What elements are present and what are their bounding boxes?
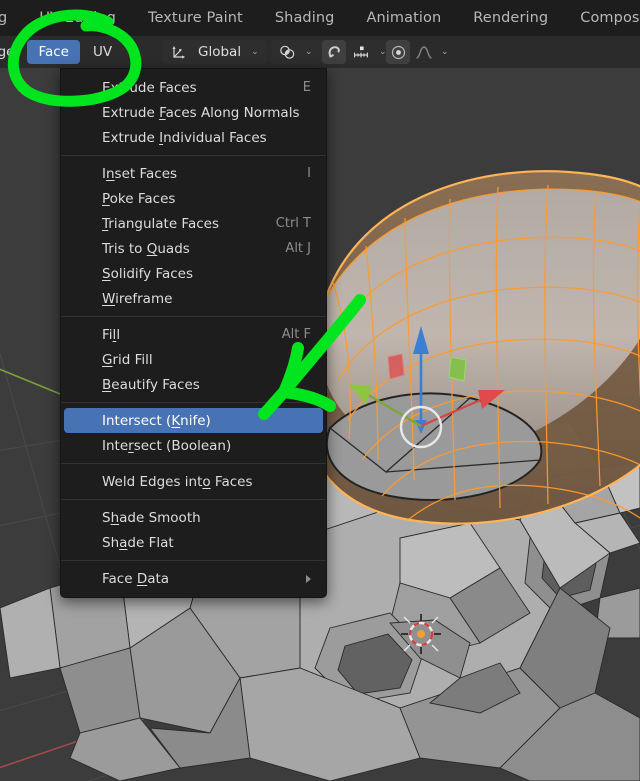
menu-item-tris-to-quads[interactable]: Tris to Quads Alt J (64, 236, 323, 261)
menu-item-beautify-faces[interactable]: Beautify Faces (64, 372, 323, 397)
menu-item-label: Beautify Faces (102, 376, 200, 393)
menu-separator (61, 316, 326, 317)
menu-item-label: Intersect (Knife) (102, 412, 211, 429)
menu-separator (61, 499, 326, 500)
pivot-median-point-icon (275, 40, 299, 64)
orientation-axes-icon (167, 40, 191, 64)
menu-item-shortcut: Alt J (285, 241, 311, 256)
menu-item-label: Intersect (Boolean) (102, 437, 232, 454)
mesh-select-mode-group: dge Face UV (0, 40, 124, 64)
uv-select-mode-button[interactable]: UV (81, 40, 124, 64)
menu-item-label: Shade Smooth (102, 509, 201, 526)
menu-item-label: Grid Fill (102, 351, 153, 368)
chevron-down-icon: ⌄ (251, 46, 259, 57)
menu-item-label: Poke Faces (102, 190, 176, 207)
snap-increment-icon[interactable] (349, 40, 373, 64)
menu-separator (61, 402, 326, 403)
snapping-group: ⌄ (318, 40, 394, 64)
workspace-tabs: g UV Editing Texture Paint Shading Anima… (0, 0, 640, 36)
menu-separator (61, 155, 326, 156)
menu-item-shade-smooth[interactable]: Shade Smooth (64, 505, 323, 530)
magnet-icon[interactable] (322, 40, 346, 64)
viewport-tool-header: dge Face UV Global ⌄ (0, 36, 640, 68)
menu-item-label: Inset Faces (102, 165, 178, 182)
transform-orientation-dropdown[interactable]: Global ⌄ (163, 40, 266, 64)
menu-item-shortcut: Ctrl T (275, 216, 311, 231)
menu-item-extrude-faces-along-normals[interactable]: Extrude Faces Along Normals (64, 100, 323, 125)
menu-item-label: Face Data (102, 570, 170, 587)
menu-item-grid-fill[interactable]: Grid Fill (64, 347, 323, 372)
menu-item-label: Weld Edges into Faces (102, 473, 253, 490)
menu-item-wireframe[interactable]: Wireframe (64, 286, 323, 311)
menu-item-shortcut: E (302, 80, 311, 95)
workspace-tab-uv-editing[interactable]: UV Editing (23, 0, 132, 36)
workspace-tab-texture-paint[interactable]: Texture Paint (132, 0, 259, 36)
workspace-tab-animation[interactable]: Animation (350, 0, 457, 36)
gizmo-plane-x (387, 353, 405, 380)
menu-item-intersect-knife[interactable]: Intersect (Knife) (64, 408, 323, 433)
workspace-tab-rendering[interactable]: Rendering (457, 0, 564, 36)
pivot-point-dropdown[interactable]: ⌄ (271, 40, 320, 64)
workspace-tab-bar: g UV Editing Texture Paint Shading Anima… (0, 0, 640, 36)
submenu-arrow-icon (306, 574, 311, 583)
menu-item-shade-flat[interactable]: Shade Flat (64, 530, 323, 555)
menu-item-triangulate-faces[interactable]: Triangulate Faces Ctrl T (64, 211, 323, 236)
workspace-tab-compositing[interactable]: Compositing (564, 0, 640, 36)
workspace-tab-shading[interactable]: Shading (259, 0, 351, 36)
proportional-editing-group: ⌄ (386, 40, 452, 64)
transform-orientation-value: Global (198, 44, 242, 60)
menu-item-label: Wireframe (102, 290, 173, 307)
workspace-tab-0[interactable]: g (0, 0, 23, 36)
menu-item-solidify-faces[interactable]: Solidify Faces (64, 261, 323, 286)
blender-window: g UV Editing Texture Paint Shading Anima… (0, 0, 640, 781)
menu-item-weld-edges-into-faces[interactable]: Weld Edges into Faces (64, 469, 323, 494)
menu-item-shortcut: Alt F (281, 327, 311, 342)
menu-item-label: Extrude Individual Faces (102, 129, 267, 146)
menu-item-extrude-individual-faces[interactable]: Extrude Individual Faces (64, 125, 323, 150)
menu-separator (61, 560, 326, 561)
menu-item-label: Extrude Faces (102, 79, 197, 96)
proportional-editing-icon[interactable] (386, 40, 410, 64)
menu-item-label: Triangulate Faces (102, 215, 219, 232)
menu-item-poke-faces[interactable]: Poke Faces (64, 186, 323, 211)
menu-item-inset-faces[interactable]: Inset Faces I (64, 161, 323, 186)
menu-item-face-data[interactable]: Face Data (64, 566, 323, 591)
chevron-down-icon: ⌄ (305, 46, 313, 57)
menu-separator (61, 463, 326, 464)
menu-item-label: Shade Flat (102, 534, 174, 551)
chevron-down-icon[interactable]: ⌄ (438, 47, 452, 57)
face-menu-dropdown: Extrude Faces E Extrude Faces Along Norm… (60, 68, 327, 598)
menu-item-label: Extrude Faces Along Normals (102, 104, 300, 121)
gizmo-plane-y (448, 356, 467, 382)
menu-item-label: Solidify Faces (102, 265, 194, 282)
edge-select-mode-button[interactable]: dge (0, 40, 26, 64)
menu-item-extrude-faces[interactable]: Extrude Faces E (64, 75, 323, 100)
menu-item-shortcut: I (307, 166, 311, 181)
3d-cursor (401, 614, 441, 654)
menu-item-intersect-boolean[interactable]: Intersect (Boolean) (64, 433, 323, 458)
menu-item-fill[interactable]: Fill Alt F (64, 322, 323, 347)
face-select-mode-button[interactable]: Face (27, 40, 80, 64)
menu-item-label: Fill (102, 326, 121, 343)
smooth-falloff-curve-icon[interactable] (412, 40, 436, 64)
menu-item-label: Tris to Quads (102, 240, 190, 257)
